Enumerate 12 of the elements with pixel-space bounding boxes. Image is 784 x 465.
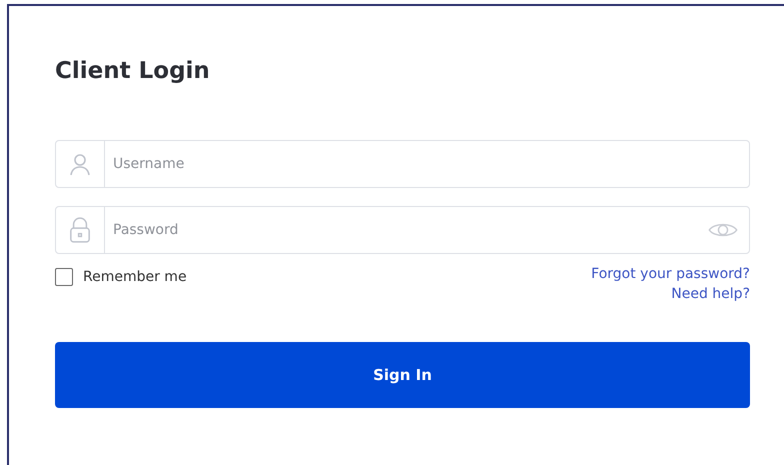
link[interactable]: Forgot your password? xyxy=(591,266,750,282)
input-field[interactable]: Password xyxy=(55,206,750,254)
checkbox[interactable] xyxy=(55,268,73,286)
text-input[interactable]: Username xyxy=(105,156,749,172)
user-icon xyxy=(68,152,92,176)
text-input[interactable]: Password xyxy=(105,222,707,238)
padlock-icon xyxy=(69,216,91,244)
link[interactable]: Need help? xyxy=(671,286,750,302)
page-title: Client Login xyxy=(55,58,211,84)
input-field[interactable]: Username xyxy=(55,140,750,188)
sign-in-button[interactable]: Sign In xyxy=(55,342,750,408)
checkbox-label: Remember me xyxy=(83,269,187,285)
